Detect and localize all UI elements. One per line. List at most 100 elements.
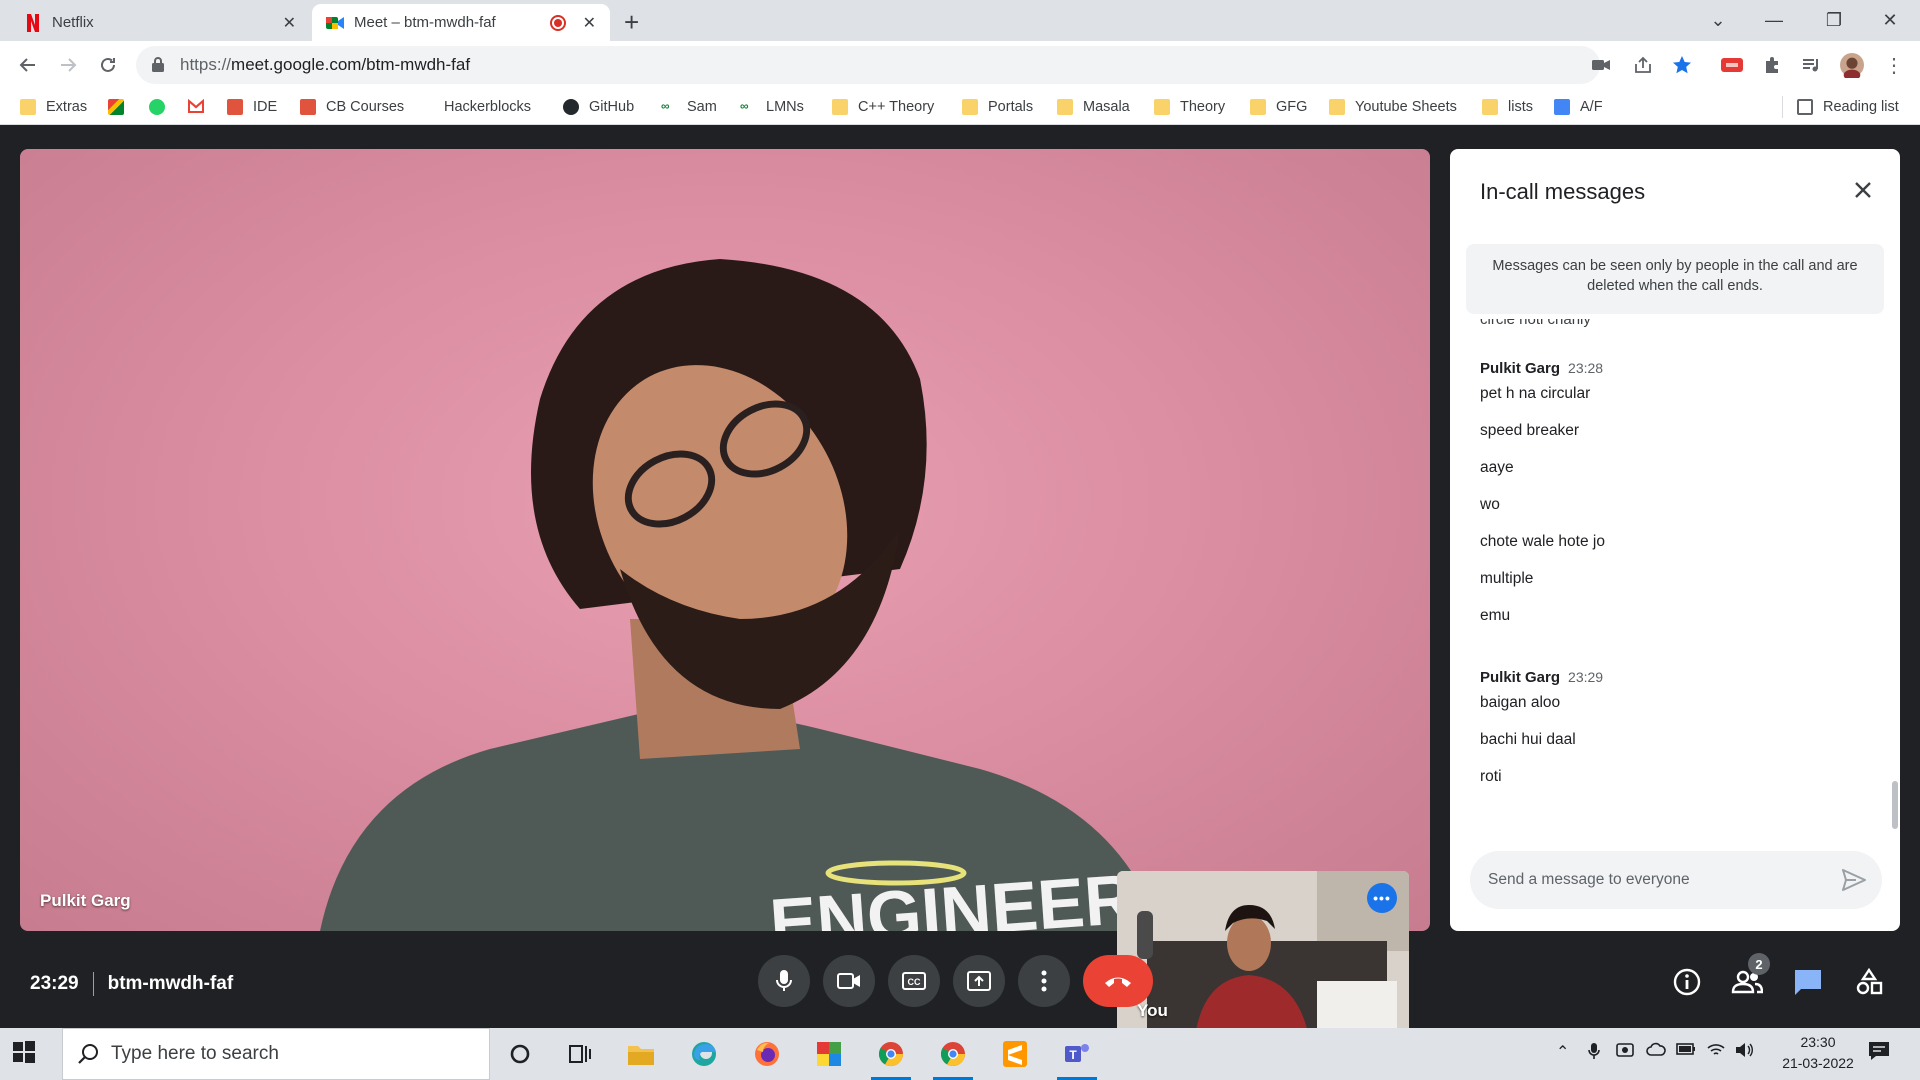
participant-count-badge: 2	[1748, 953, 1770, 975]
chrome-profile-2-icon[interactable]	[929, 1034, 977, 1080]
send-button[interactable]	[1840, 866, 1868, 894]
meeting-details-button[interactable]	[1670, 965, 1704, 999]
minimize-button[interactable]: —	[1746, 0, 1802, 41]
close-tab-icon[interactable]: ✕	[583, 13, 596, 33]
microphone-icon	[776, 970, 792, 991]
chrome-profile-1-icon[interactable]	[867, 1034, 915, 1080]
camera-tray-icon[interactable]	[1616, 1042, 1634, 1063]
forward-button[interactable]	[54, 51, 82, 79]
bookmark-lmns[interactable]: ∞ LMNs	[740, 96, 804, 118]
bookmark-theory[interactable]: Theory	[1154, 96, 1225, 118]
address-bar[interactable]: https://meet.google.com/btm-mwdh-faf	[136, 46, 1600, 84]
captions-button[interactable]: CC	[888, 955, 940, 1007]
show-hidden-icons[interactable]: ⌃	[1556, 1042, 1569, 1062]
bookmark-label: LMNs	[766, 99, 804, 115]
tab-search-icon[interactable]: ⌄	[1690, 0, 1746, 41]
notifications-icon[interactable]	[1868, 1041, 1890, 1066]
bookmark-gmail[interactable]	[188, 96, 214, 118]
svg-text:CC: CC	[908, 977, 921, 987]
file-explorer-icon[interactable]	[617, 1034, 665, 1074]
message-text: bachi hui daal	[1480, 731, 1576, 748]
wifi-icon[interactable]	[1706, 1042, 1726, 1063]
bookmark-label: Theory	[1180, 99, 1226, 115]
search-placeholder: Type here to search	[111, 1043, 279, 1064]
app-colorful-icon[interactable]	[805, 1034, 853, 1074]
new-tab-button[interactable]: +	[624, 7, 639, 38]
task-view-icon[interactable]	[556, 1034, 604, 1074]
more-options-icon[interactable]: •••	[1367, 883, 1397, 913]
teams-icon[interactable]: T	[1053, 1034, 1101, 1080]
bookmark-gfg[interactable]: GFG	[1250, 96, 1307, 118]
microphone-tray-icon[interactable]	[1588, 1042, 1600, 1065]
leave-call-button[interactable]	[1083, 955, 1153, 1007]
bookmark-hackerblocks[interactable]: Hackerblocks	[428, 96, 531, 118]
people-button[interactable]: 2	[1730, 953, 1770, 999]
chat-button[interactable]	[1791, 965, 1825, 999]
bookmark-star-icon[interactable]	[1670, 53, 1694, 77]
message-list: circle hoti chahiy Pulkit Garg 23:28 pet …	[1450, 319, 1900, 839]
bookmark-lists[interactable]: lists	[1482, 96, 1533, 118]
bookmark-whatsapp[interactable]	[149, 96, 175, 118]
more-options-button[interactable]	[1018, 955, 1070, 1007]
start-button[interactable]	[12, 1040, 40, 1068]
share-icon[interactable]	[1631, 53, 1655, 77]
profile-avatar[interactable]	[1840, 53, 1864, 78]
reload-button[interactable]	[94, 51, 122, 79]
tab-meet[interactable]: Meet – btm-mwdh-faf ✕	[312, 4, 610, 41]
edge-icon[interactable]	[680, 1034, 728, 1074]
sublime-text-icon[interactable]	[991, 1034, 1039, 1074]
main-video-tile[interactable]: ENGINEER Pulkit Garg	[20, 149, 1430, 931]
system-clock[interactable]: 23:30 21-03-2022	[1776, 1032, 1860, 1074]
codingblocks-icon	[300, 99, 316, 115]
close-window-button[interactable]: ✕	[1862, 0, 1918, 41]
folder-icon	[20, 99, 36, 115]
restore-button[interactable]: ❐	[1806, 0, 1862, 41]
firefox-icon[interactable]	[743, 1034, 791, 1074]
bookmark-portals[interactable]: Portals	[962, 96, 1033, 118]
end-call-icon	[1105, 977, 1131, 987]
bookmark-ide[interactable]: IDE	[227, 96, 277, 118]
folder-icon	[1057, 99, 1073, 115]
chrome-menu-icon[interactable]: ⋮	[1882, 53, 1906, 77]
activities-button[interactable]	[1852, 965, 1886, 999]
folder-icon	[1329, 99, 1345, 115]
extensions-puzzle-icon[interactable]	[1760, 53, 1784, 77]
bookmark-meet[interactable]	[108, 96, 134, 118]
cortana-icon[interactable]	[496, 1034, 544, 1074]
bookmark-cb-courses[interactable]: CB Courses	[300, 96, 404, 118]
chat-scrollbar[interactable]	[1892, 781, 1898, 829]
close-tab-icon[interactable]: ✕	[283, 13, 296, 33]
tab-netflix[interactable]: Netflix ✕	[10, 4, 310, 41]
activities-shapes-icon	[1856, 968, 1883, 995]
message-text: speed breaker	[1480, 422, 1580, 439]
battery-icon[interactable]	[1676, 1042, 1696, 1060]
bookmark-af[interactable]: A/F	[1554, 96, 1603, 118]
bookmark-sam[interactable]: ∞ Sam	[661, 96, 717, 118]
volume-icon[interactable]	[1734, 1042, 1754, 1063]
back-button[interactable]	[14, 51, 42, 79]
bookmark-label: GitHub	[589, 99, 635, 115]
present-screen-button[interactable]	[953, 955, 1005, 1007]
bookmark-extras[interactable]: Extras	[20, 96, 87, 118]
bookmark-github[interactable]: GitHub	[563, 96, 634, 118]
microphone-button[interactable]	[758, 955, 810, 1007]
taskbar-search[interactable]: Type here to search	[62, 1028, 490, 1080]
media-control-icon[interactable]	[1800, 53, 1824, 77]
video-camera-icon	[837, 973, 860, 989]
onedrive-icon[interactable]	[1646, 1042, 1666, 1061]
bookmark-cpp-theory[interactable]: C++ Theory	[832, 96, 934, 118]
reload-icon	[101, 57, 115, 72]
message-input[interactable]	[1488, 851, 1828, 909]
message-text: emu	[1480, 607, 1511, 624]
reading-list-label: Reading list	[1823, 99, 1899, 115]
bookmark-youtube-sheets[interactable]: Youtube Sheets	[1329, 96, 1457, 118]
bookmark-label: A/F	[1580, 99, 1603, 115]
close-chat-button[interactable]	[1848, 175, 1878, 205]
bookmark-masala[interactable]: Masala	[1057, 96, 1130, 118]
self-video-tile[interactable]: You •••	[1117, 871, 1409, 1037]
google-meet-icon	[326, 14, 344, 32]
extension-red-icon[interactable]	[1720, 53, 1744, 77]
camera-button[interactable]	[823, 955, 875, 1007]
camera-in-use-icon[interactable]	[1589, 53, 1613, 77]
reading-list-button[interactable]: Reading list	[1782, 96, 1899, 118]
